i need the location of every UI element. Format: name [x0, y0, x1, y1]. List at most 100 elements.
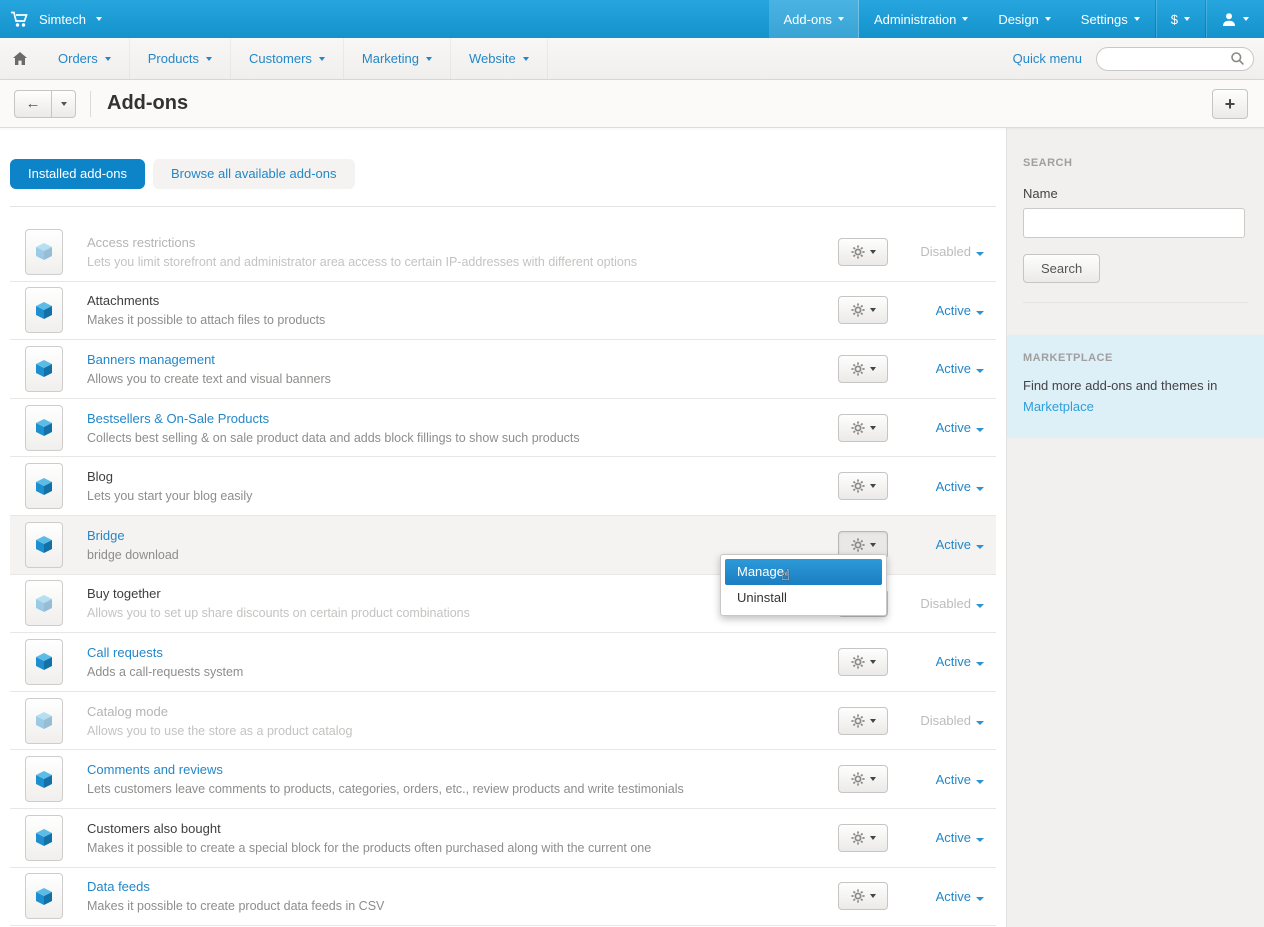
chevron-down-icon: [206, 57, 212, 61]
chevron-down-icon: [870, 308, 876, 312]
addon-status[interactable]: Active: [896, 479, 996, 494]
nav-item-orders[interactable]: Orders: [40, 38, 130, 79]
addon-status[interactable]: Active: [896, 420, 996, 435]
currency-label: $: [1171, 12, 1178, 27]
secondary-nav: Orders Products Customers Marketing Webs…: [0, 38, 1264, 80]
tab-installed-addons[interactable]: Installed add-ons: [10, 159, 145, 189]
addon-name[interactable]: Data feeds: [87, 879, 384, 894]
addon-status[interactable]: Active: [896, 772, 996, 787]
add-addon-button[interactable]: +: [1212, 89, 1248, 119]
tab-browse-addons[interactable]: Browse all available add-ons: [153, 159, 354, 189]
marketplace-panel: MARKETPLACE Find more add-ons and themes…: [1007, 335, 1264, 438]
nav-item-label: Products: [148, 51, 199, 66]
sidebar: SEARCH Name Search MARKETPLACE Find more…: [1006, 128, 1264, 927]
status-label: Active: [936, 420, 971, 435]
addon-status[interactable]: Disabled: [896, 244, 996, 259]
gear-dropdown-button[interactable]: [838, 296, 888, 324]
addon-cube-icon: [25, 522, 63, 568]
gear-dropdown-button[interactable]: [838, 765, 888, 793]
gear-dropdown-button[interactable]: [838, 355, 888, 383]
nav-item-website[interactable]: Website: [451, 38, 548, 79]
marketplace-link[interactable]: Marketplace: [1023, 399, 1094, 414]
nav-item-label: Customers: [249, 51, 312, 66]
addon-name[interactable]: Attachments: [87, 293, 325, 308]
addon-status[interactable]: Active: [896, 361, 996, 376]
addon-description: Collects best selling & on sale product …: [87, 431, 580, 445]
topmenu-design[interactable]: Design: [983, 0, 1065, 38]
addon-name[interactable]: Catalog mode: [87, 704, 352, 719]
gear-icon: [851, 421, 865, 435]
status-label: Active: [936, 303, 971, 318]
addon-name[interactable]: Bridge: [87, 528, 179, 543]
quick-search-input[interactable]: [1105, 52, 1230, 66]
arrow-left-icon: ←: [26, 95, 41, 112]
addon-name[interactable]: Bestsellers & On-Sale Products: [87, 411, 580, 426]
addon-status[interactable]: Active: [896, 303, 996, 318]
addon-status[interactable]: Active: [896, 889, 996, 904]
gear-dropdown-button[interactable]: [838, 707, 888, 735]
home-button[interactable]: [0, 38, 40, 79]
gear-dropdown-button[interactable]: [838, 648, 888, 676]
chevron-down-icon: [962, 17, 968, 21]
chevron-down-icon: [426, 57, 432, 61]
chevron-down-icon: [976, 604, 984, 608]
gear-dropdown-button[interactable]: [838, 414, 888, 442]
addon-name[interactable]: Buy together: [87, 586, 470, 601]
chevron-down-icon: [976, 780, 984, 784]
addon-description: Allows you to create text and visual ban…: [87, 372, 331, 386]
gear-dropdown-button[interactable]: [838, 238, 888, 266]
name-search-input[interactable]: [1023, 208, 1245, 238]
quick-menu-link[interactable]: Quick menu: [1013, 51, 1082, 66]
nav-item-products[interactable]: Products: [130, 38, 231, 79]
nav-item-marketing[interactable]: Marketing: [344, 38, 451, 79]
back-button[interactable]: ←: [14, 90, 52, 118]
addon-description: Allows you to set up share discounts on …: [87, 606, 470, 620]
chevron-down-icon: [1045, 17, 1051, 21]
cart-logo-icon: [10, 11, 29, 28]
topmenu-settings[interactable]: Settings: [1066, 0, 1155, 38]
status-label: Active: [936, 772, 971, 787]
menu-item-manage[interactable]: Manage☝: [725, 559, 882, 585]
marketplace-heading: MARKETPLACE: [1023, 352, 1248, 364]
plus-icon: +: [1225, 94, 1236, 114]
addon-status[interactable]: Active: [896, 537, 996, 552]
gear-dropdown-button[interactable]: [838, 472, 888, 500]
addon-name[interactable]: Customers also bought: [87, 821, 651, 836]
chevron-down-icon: [870, 836, 876, 840]
main-panel: Installed add-ons Browse all available a…: [0, 128, 1006, 927]
topmenu-user[interactable]: [1205, 0, 1264, 38]
topmenu-administration[interactable]: Administration: [859, 0, 983, 38]
addon-status[interactable]: Disabled: [896, 713, 996, 728]
brand-menu[interactable]: Simtech: [0, 0, 116, 38]
menu-item-uninstall[interactable]: Uninstall: [725, 585, 882, 611]
addon-description: bridge download: [87, 548, 179, 562]
chevron-down-icon: [976, 662, 984, 666]
chevron-down-icon: [976, 252, 984, 256]
addon-status[interactable]: Active: [896, 654, 996, 669]
addon-name[interactable]: Comments and reviews: [87, 762, 684, 777]
gear-dropdown-button[interactable]: [838, 882, 888, 910]
chevron-down-icon: [870, 719, 876, 723]
addon-cube-icon: [25, 346, 63, 392]
chevron-down-icon: [523, 57, 529, 61]
addon-status[interactable]: Active: [896, 830, 996, 845]
gear-dropdown-button[interactable]: [838, 824, 888, 852]
topmenu-label: Add-ons: [784, 12, 832, 27]
quick-search-box: [1096, 47, 1254, 71]
addon-name[interactable]: Call requests: [87, 645, 243, 660]
search-button[interactable]: Search: [1023, 254, 1100, 283]
chevron-down-icon: [976, 369, 984, 373]
topmenu-addons[interactable]: Add-ons: [769, 0, 859, 38]
topmenu-currency[interactable]: $: [1155, 0, 1205, 38]
addon-name[interactable]: Banners management: [87, 352, 331, 367]
addon-name[interactable]: Access restrictions: [87, 235, 637, 250]
addon-status[interactable]: Disabled: [896, 596, 996, 611]
addon-row: Blog Lets you start your blog easily Act…: [10, 457, 996, 516]
chevron-down-icon: [319, 57, 325, 61]
chevron-down-icon: [105, 57, 111, 61]
divider: [90, 91, 91, 117]
addon-name[interactable]: Blog: [87, 469, 252, 484]
sidebar-search-section: SEARCH Name Search: [1007, 128, 1264, 303]
nav-item-customers[interactable]: Customers: [231, 38, 344, 79]
back-dropdown-button[interactable]: [52, 90, 76, 118]
